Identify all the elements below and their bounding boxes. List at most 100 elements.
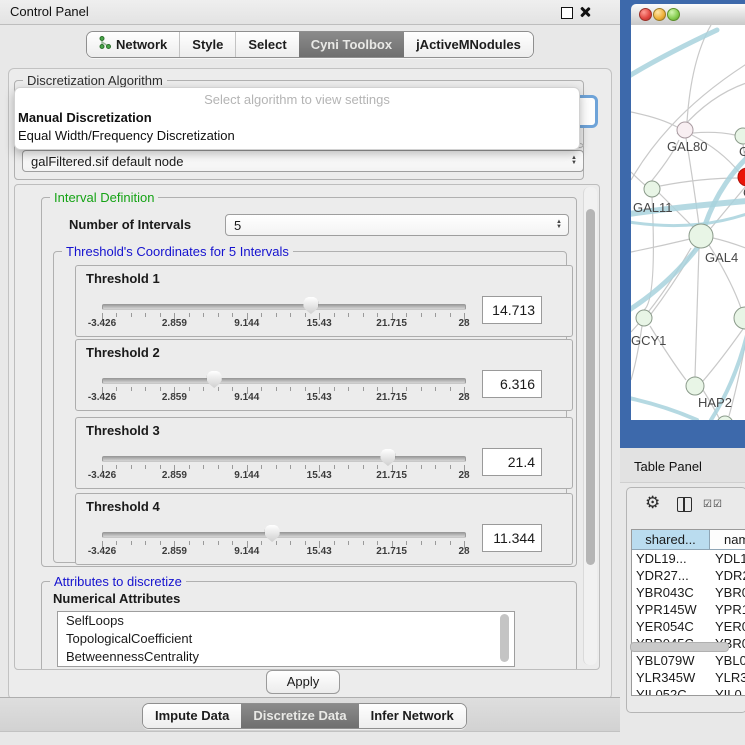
table-hscrollbar-thumb[interactable]	[630, 642, 729, 652]
tick-mark	[116, 387, 117, 391]
network-window-titlebar[interactable]	[631, 4, 745, 26]
network-node[interactable]	[717, 416, 733, 420]
tab-cyni-toolbox[interactable]: Cyni Toolbox	[299, 32, 404, 57]
panel-scrollbar-track[interactable]	[583, 187, 597, 665]
network-node-H[interactable]	[734, 307, 745, 329]
node-label: GAL4	[705, 250, 738, 265]
slider-thumb[interactable]	[380, 449, 395, 466]
cell-shared-name[interactable]: YBR043C	[636, 584, 694, 601]
tab-impute-data[interactable]: Impute Data	[143, 704, 241, 728]
stepper-arrows-icon[interactable]: ▲▼	[565, 156, 583, 166]
network-node-GCY1[interactable]	[636, 310, 652, 326]
slider-thumb[interactable]	[207, 371, 222, 388]
slider-track[interactable]	[102, 304, 466, 310]
attribute-item[interactable]: BetweennessCentrality	[58, 648, 514, 666]
cell-name[interactable]: YPR1	[715, 601, 745, 618]
cell-shared-name[interactable]: YLR345W	[636, 669, 695, 686]
attribute-item[interactable]: TopologicalCoefficient	[58, 630, 514, 648]
tick-mark	[450, 387, 451, 391]
network-view-window: GAL80G.CGAL11GAL4GCY1HHAP2	[620, 0, 745, 448]
tick-mark	[334, 387, 335, 391]
table-row[interactable]: YBL079W YBL0	[632, 652, 745, 669]
cell-name[interactable]: YIL0	[715, 686, 742, 696]
tab-select[interactable]: Select	[235, 32, 298, 57]
tab-network[interactable]: Network	[87, 32, 179, 57]
tick-mark	[145, 541, 146, 545]
table-row[interactable]: YLR345W YLR3	[632, 669, 745, 686]
table-row[interactable]: YPR145W YPR1	[632, 601, 745, 618]
network-node-HAP2[interactable]	[686, 377, 704, 395]
slider-track[interactable]	[102, 532, 466, 538]
network-canvas[interactable]: GAL80G.CGAL11GAL4GCY1HHAP2	[631, 25, 745, 420]
stepper-arrows-icon[interactable]: ▲▼	[550, 220, 568, 230]
tick-label: 9.144	[212, 392, 282, 403]
algorithm-option[interactable]: Equal Width/Frequency Discretization	[18, 128, 235, 143]
cell-shared-name[interactable]: YBL079W	[636, 652, 695, 669]
slider-track[interactable]	[102, 456, 466, 462]
network-node-GAL11[interactable]	[644, 181, 660, 197]
network-node-GAL80[interactable]	[677, 122, 693, 138]
slider-track[interactable]	[102, 378, 466, 384]
network-node-GAL4[interactable]	[689, 224, 713, 248]
list-scrollbar-thumb[interactable]	[500, 614, 509, 662]
network-edge-highlighted	[705, 148, 745, 225]
table-row[interactable]: YER054C YER0	[632, 618, 745, 635]
table-data-select[interactable]: galFiltered.sif default node ▲▼	[22, 150, 584, 172]
tick-mark	[189, 465, 190, 469]
settings-gear-icon[interactable]: ⚙	[645, 494, 660, 511]
cell-name[interactable]: YDL1	[715, 550, 745, 567]
number-of-intervals-spinner[interactable]: 5 ▲▼	[225, 214, 569, 236]
cell-name[interactable]: YLR3	[715, 669, 745, 686]
tab-style[interactable]: Style	[179, 32, 235, 57]
split-columns-icon[interactable]	[677, 497, 692, 512]
table-row[interactable]: YDL19... YDL1	[632, 550, 745, 567]
tick-mark	[450, 465, 451, 469]
tab-label: Discretize Data	[253, 708, 346, 723]
cell-name[interactable]: YER0	[715, 618, 745, 635]
network-node-G[interactable]	[735, 128, 745, 144]
tab-infer-network[interactable]: Infer Network	[359, 704, 466, 728]
cell-shared-name[interactable]: YER054C	[636, 618, 694, 635]
column-checkboxes-icon[interactable]: ☑☑	[703, 499, 723, 510]
tick-mark	[218, 387, 219, 391]
cell-shared-name[interactable]: YIL052C	[636, 686, 687, 696]
tab-discretize-data[interactable]: Discretize Data	[241, 704, 358, 728]
threshold-value-field[interactable]: 21.4	[482, 448, 542, 476]
close-icon[interactable]	[579, 6, 591, 18]
tick-mark	[131, 387, 132, 391]
threshold-value-field[interactable]: 11.344	[482, 524, 542, 552]
table-row[interactable]: YBR043C YBR0	[632, 584, 745, 601]
algorithm-option[interactable]: Manual Discretization	[18, 110, 152, 125]
tick-label: 2.859	[139, 318, 209, 329]
table-row[interactable]: YIL052C YIL0	[632, 686, 745, 696]
cell-shared-name[interactable]: YDL19...	[636, 550, 687, 567]
table-row[interactable]: YDR27... YDR2	[632, 567, 745, 584]
float-window-icon[interactable]	[561, 7, 573, 19]
minimize-window-icon[interactable]	[653, 8, 666, 21]
tick-mark	[348, 541, 349, 545]
threshold-value-field[interactable]: 6.316	[482, 370, 542, 398]
tick-mark	[261, 313, 262, 317]
zoom-window-icon[interactable]	[667, 8, 680, 21]
apply-button[interactable]: Apply	[266, 670, 340, 694]
network-edge-highlighted	[631, 398, 697, 420]
cell-name[interactable]: YBR0	[715, 584, 745, 601]
threshold-value-field[interactable]: 14.713	[482, 296, 542, 324]
network-node-C[interactable]	[738, 168, 745, 186]
tab-jactivemnodules[interactable]: jActiveMNodules	[404, 32, 533, 57]
tick-mark	[145, 387, 146, 391]
cell-name[interactable]: YBL0	[715, 652, 745, 669]
network-edge	[631, 172, 645, 185]
column-header-name[interactable]: name	[710, 530, 745, 550]
cell-shared-name[interactable]: YPR145W	[636, 601, 697, 618]
tick-mark	[160, 313, 161, 317]
cell-shared-name[interactable]: YDR27...	[636, 567, 689, 584]
slider-thumb[interactable]	[265, 525, 280, 542]
close-window-icon[interactable]	[639, 8, 652, 21]
attribute-item[interactable]: SelfLoops	[58, 612, 514, 630]
cell-name[interactable]: YDR2	[715, 567, 745, 584]
numerical-attributes-list[interactable]: SelfLoopsTopologicalCoefficientBetweenne…	[57, 611, 515, 667]
column-header-shared[interactable]: shared...	[632, 530, 710, 550]
panel-scrollbar-thumb[interactable]	[586, 209, 595, 565]
slider-thumb[interactable]	[303, 297, 318, 314]
